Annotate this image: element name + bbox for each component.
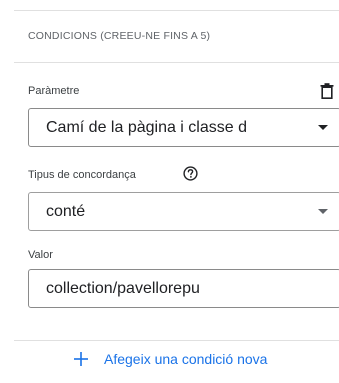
match-type-select[interactable]: conté bbox=[28, 192, 339, 231]
parameter-label: Paràmetre bbox=[28, 85, 80, 97]
plus-icon bbox=[74, 352, 88, 366]
add-condition-button[interactable]: Afegeix una condició nova bbox=[74, 348, 267, 370]
chevron-down-icon bbox=[318, 209, 328, 214]
parameter-select-value: Camí de la pàgina i classe d bbox=[46, 119, 247, 136]
section-title: CONDICIONS (CREEU-NE FINS A 5) bbox=[28, 30, 211, 42]
add-condition-label: Afegeix una condició nova bbox=[104, 351, 268, 367]
divider-header bbox=[14, 62, 339, 63]
value-input[interactable]: collection/pavellorepu bbox=[28, 269, 339, 308]
value-input-text: collection/pavellorepu bbox=[46, 280, 200, 297]
trash-icon[interactable] bbox=[320, 83, 334, 99]
conditions-panel: CONDICIONS (CREEU-NE FINS A 5) Paràmetre… bbox=[14, 0, 339, 383]
divider-bottom bbox=[14, 340, 339, 341]
value-label: Valor bbox=[28, 249, 53, 261]
match-type-select-value: conté bbox=[46, 203, 86, 220]
chevron-down-icon bbox=[318, 125, 328, 130]
match-type-label: Tipus de concordança bbox=[28, 169, 136, 181]
help-circle-icon[interactable] bbox=[183, 166, 198, 181]
divider-top bbox=[14, 10, 339, 11]
parameter-select[interactable]: Camí de la pàgina i classe d bbox=[28, 108, 339, 147]
